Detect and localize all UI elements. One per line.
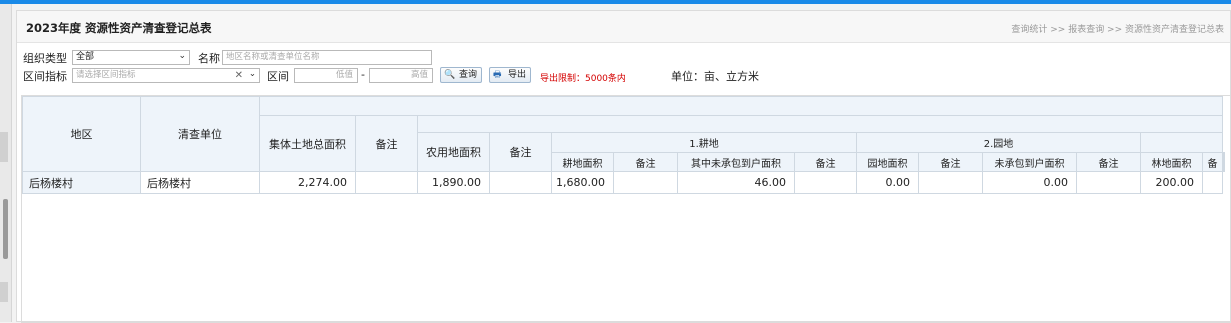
header-band-2 (417, 115, 1223, 133)
header-unit[interactable]: 清查单位 (140, 96, 260, 172)
range-indicator-label: 区间指标 (23, 70, 67, 83)
range-low-input[interactable]: 低值 (294, 68, 358, 83)
cell-unit: 后杨楼村 (140, 171, 260, 194)
org-type-select[interactable]: 全部 ⌄ (72, 50, 190, 65)
rail-tab[interactable] (0, 132, 8, 162)
header-farmland-contracted[interactable]: 其中未承包到户面积 (677, 152, 795, 172)
header-garden-group: 2.园地 (856, 132, 1141, 153)
page-title: 2023年度 资源性资产清查登记总表 (26, 21, 212, 35)
header-garden-remark[interactable]: 备注 (918, 152, 983, 172)
cell-agri-area: 1,890.00 (417, 171, 490, 194)
panel-header: 2023年度 资源性资产清查登记总表 查询统计 >> 报表查询 >> 资源性资产… (17, 11, 1230, 43)
header-garden-area[interactable]: 园地面积 (856, 152, 919, 172)
export-button-label: 导出 (508, 70, 527, 80)
breadcrumb[interactable]: 查询统计 >> 报表查询 >> 资源性资产清查登记总表 (1011, 22, 1224, 35)
export-button[interactable]: 🖶 导出 (489, 67, 532, 83)
unit-note: 单位：亩、立方米 (671, 70, 759, 83)
scroll-thumb[interactable] (3, 199, 8, 259)
cell-garden-area: 0.00 (856, 171, 919, 194)
cell-farmland-contracted: 46.00 (677, 171, 795, 194)
header-garden-uncontracted-remark[interactable]: 备注 (1076, 152, 1141, 172)
cell-farmland-contracted-remark (794, 171, 857, 194)
report-panel: 2023年度 资源性资产清查登记总表 查询统计 >> 报表查询 >> 资源性资产… (16, 10, 1231, 323)
header-garden-uncontracted[interactable]: 未承包到户面积 (982, 152, 1077, 172)
org-type-label: 组织类型 (23, 52, 67, 65)
header-agri-remark[interactable]: 备注 (489, 132, 552, 172)
range-indicator-placeholder: 请选择区间指标 (76, 70, 136, 80)
cell-garden-uncontracted: 0.00 (982, 171, 1077, 194)
cell-collective-remark (355, 171, 418, 194)
range-label: 区间 (267, 70, 289, 83)
cell-farmland-area: 1,680.00 (551, 171, 614, 194)
query-button[interactable]: 🔍 查询 (440, 67, 483, 83)
header-forest-area[interactable]: 林地面积 (1140, 152, 1203, 172)
cell-garden-remark (918, 171, 983, 194)
chevron-down-icon: ⌄ (178, 51, 186, 61)
name-input[interactable]: 地区名称或清查单位名称 (222, 50, 432, 65)
query-button-label: 查询 (459, 70, 478, 80)
cell-garden-uncontracted-remark (1076, 171, 1141, 194)
filter-bar: 组织类型 全部 ⌄ 名称 地区名称或清查单位名称 区间指标 请选择区间指标 ✕ … (17, 43, 1230, 98)
search-icon: 🔍 (444, 70, 456, 80)
org-type-value: 全部 (76, 52, 95, 62)
header-forest-group (1140, 132, 1223, 153)
left-nav-rail (0, 4, 12, 322)
data-grid: 地区 清查单位 集体土地总面积 备注 农用地面积 备注 1.耕地 2.园地 耕地… (21, 95, 1231, 323)
cell-collective-total: 2,274.00 (259, 171, 356, 194)
cell-region: 后杨楼村 (22, 171, 141, 194)
cell-farmland-remark (613, 171, 678, 194)
report-table: 地区 清查单位 集体土地总面积 备注 农用地面积 备注 1.耕地 2.园地 耕地… (22, 96, 1225, 194)
clear-icon[interactable]: ✕ (235, 69, 243, 82)
header-farmland-remark[interactable]: 备注 (613, 152, 678, 172)
header-collective-total[interactable]: 集体土地总面积 (259, 115, 356, 172)
header-remark[interactable]: 备注 (355, 115, 418, 172)
cell-agri-remark (489, 171, 552, 194)
range-indicator-select[interactable]: 请选择区间指标 ✕ ⌄ (72, 68, 260, 83)
rail-tab[interactable] (0, 282, 8, 302)
printer-icon: 🖶 (493, 70, 502, 80)
header-agri-area[interactable]: 农用地面积 (417, 132, 490, 172)
header-farmland-contracted-remark[interactable]: 备注 (794, 152, 857, 172)
header-farmland-group: 1.耕地 (551, 132, 857, 153)
header-farmland-area[interactable]: 耕地面积 (551, 152, 614, 172)
cell-forest-area: 200.00 (1140, 171, 1203, 194)
cell-forest-remark (1202, 171, 1223, 194)
header-region[interactable]: 地区 (22, 96, 141, 172)
header-band (259, 96, 1223, 116)
name-label: 名称 (198, 52, 220, 65)
top-accent-bar (0, 0, 1231, 4)
export-limit-note: 导出限制：5000条内 (540, 74, 626, 84)
range-separator: - (361, 68, 365, 81)
header-extra (1223, 152, 1225, 172)
chevron-down-icon[interactable]: ⌄ (249, 69, 256, 81)
header-forest-remark[interactable]: 备 (1202, 152, 1223, 172)
range-high-input[interactable]: 高值 (369, 68, 433, 83)
table-row[interactable]: 后杨楼村 后杨楼村 2,274.00 1,890.00 1,680.00 46.… (22, 171, 1225, 194)
